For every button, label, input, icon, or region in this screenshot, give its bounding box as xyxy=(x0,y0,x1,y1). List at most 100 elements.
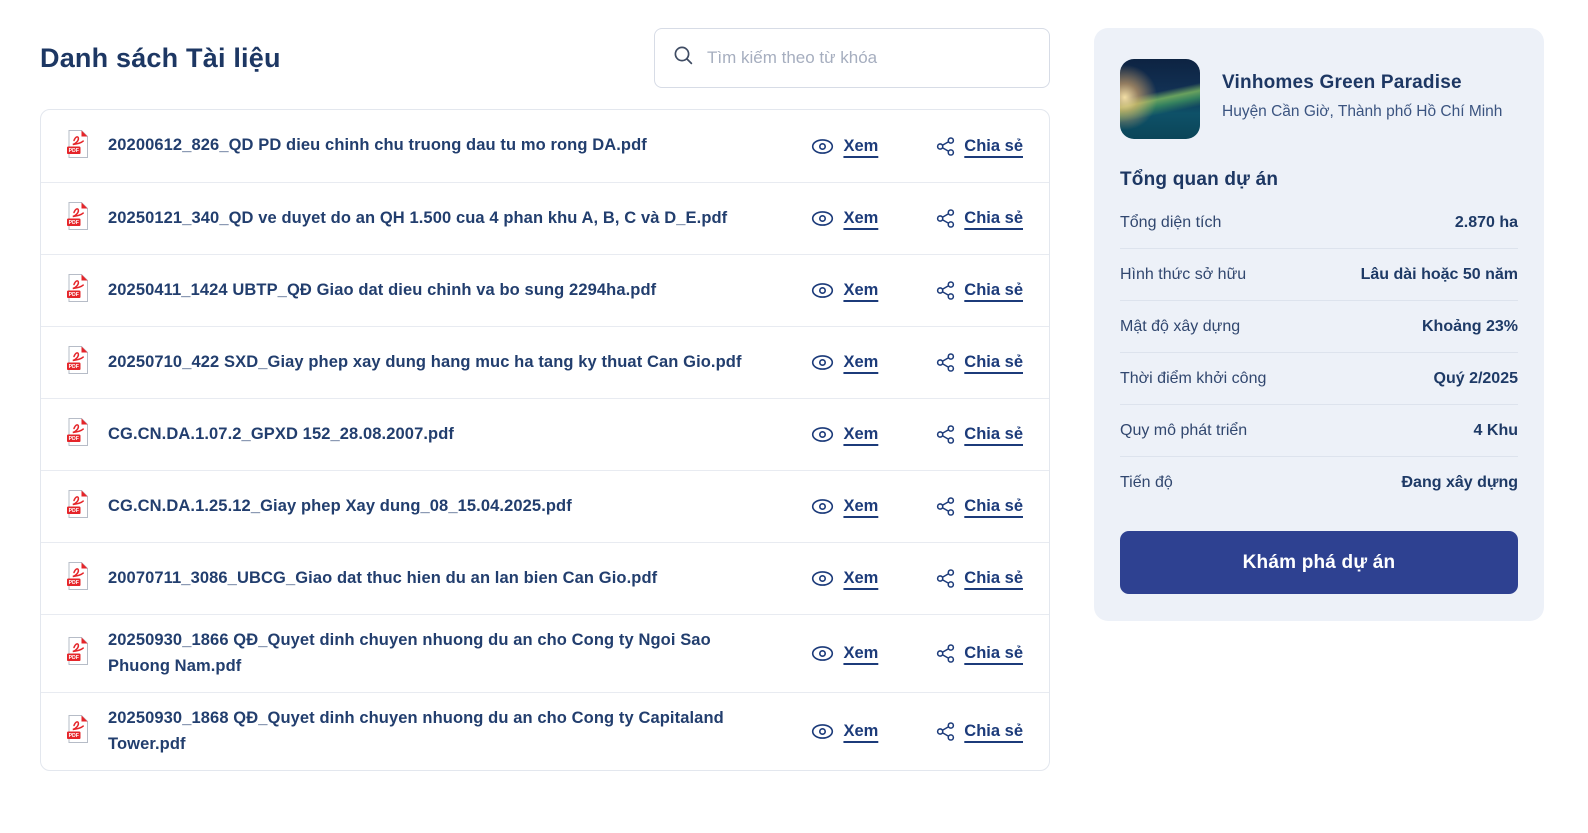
pdf-file-icon: PDF xyxy=(66,561,90,596)
view-label: Xem xyxy=(843,209,878,228)
share-nodes-icon xyxy=(936,721,955,742)
detail-label: Hình thức sở hữu xyxy=(1120,266,1246,284)
share-nodes-icon xyxy=(936,208,955,229)
svg-text:PDF: PDF xyxy=(69,148,79,154)
share-link[interactable]: Chia sẻ xyxy=(936,352,1023,373)
view-label: Xem xyxy=(843,722,878,741)
search-input[interactable] xyxy=(707,48,1031,68)
detail-label: Quy mô phát triển xyxy=(1120,422,1247,440)
project-card: Vinhomes Green Paradise Huyện Cần Giờ, T… xyxy=(1094,28,1544,621)
project-thumbnail-image xyxy=(1120,59,1200,139)
view-link[interactable]: Xem xyxy=(811,209,878,228)
document-row: PDF CG.CN.DA.1.25.12_Giay phep Xay dung_… xyxy=(41,470,1049,542)
share-label: Chia sẻ xyxy=(964,137,1023,156)
view-link[interactable]: Xem xyxy=(811,137,878,156)
view-link[interactable]: Xem xyxy=(811,353,878,372)
document-row: PDF 20250710_422 SXD_Giay phep xay dung … xyxy=(41,326,1049,398)
doc-name: 20250710_422 SXD_Giay phep xay dung hang… xyxy=(108,350,752,376)
project-detail-row: Tiến độ Đang xây dựng xyxy=(1120,456,1518,508)
view-label: Xem xyxy=(843,353,878,372)
svg-text:PDF: PDF xyxy=(69,733,79,739)
view-link[interactable]: Xem xyxy=(811,497,878,516)
share-link[interactable]: Chia sẻ xyxy=(936,208,1023,229)
eye-icon xyxy=(811,723,834,740)
eye-icon xyxy=(811,354,834,371)
detail-value: Đang xây dựng xyxy=(1402,474,1519,492)
pdf-file-icon: PDF xyxy=(66,489,90,524)
pdf-file-icon: PDF xyxy=(66,345,90,380)
view-label: Xem xyxy=(843,425,878,444)
doc-name: CG.CN.DA.1.25.12_Giay phep Xay dung_08_1… xyxy=(108,494,752,520)
share-nodes-icon xyxy=(936,424,955,445)
detail-value: Khoảng 23% xyxy=(1422,318,1518,336)
project-title: Vinhomes Green Paradise xyxy=(1222,72,1502,94)
svg-text:PDF: PDF xyxy=(69,508,79,514)
svg-text:PDF: PDF xyxy=(69,364,79,370)
search-box[interactable] xyxy=(654,28,1050,88)
view-link[interactable]: Xem xyxy=(811,281,878,300)
doc-actions: Xem Chia sẻ xyxy=(811,136,1025,157)
document-row: PDF 20200612_826_QD PD dieu chinh chu tr… xyxy=(41,110,1049,182)
share-label: Chia sẻ xyxy=(964,569,1023,588)
detail-value: 4 Khu xyxy=(1474,422,1518,440)
document-list: PDF 20200612_826_QD PD dieu chinh chu tr… xyxy=(40,109,1050,771)
share-link[interactable]: Chia sẻ xyxy=(936,496,1023,517)
doc-name: 20200612_826_QD PD dieu chinh chu truong… xyxy=(108,133,752,159)
share-link[interactable]: Chia sẻ xyxy=(936,721,1023,742)
project-header-text: Vinhomes Green Paradise Huyện Cần Giờ, T… xyxy=(1222,59,1502,121)
doc-name: CG.CN.DA.1.07.2_GPXD 152_28.08.2007.pdf xyxy=(108,422,752,448)
eye-icon xyxy=(811,426,834,443)
document-row: PDF CG.CN.DA.1.07.2_GPXD 152_28.08.2007.… xyxy=(41,398,1049,470)
share-link[interactable]: Chia sẻ xyxy=(936,280,1023,301)
view-link[interactable]: Xem xyxy=(811,722,878,741)
documents-section: Danh sách Tài liệu PDF 2 xyxy=(40,28,1050,771)
pdf-file-icon: PDF xyxy=(66,273,90,308)
view-label: Xem xyxy=(843,644,878,663)
doc-actions: Xem Chia sẻ xyxy=(811,208,1025,229)
doc-actions: Xem Chia sẻ xyxy=(811,280,1025,301)
pdf-file-icon: PDF xyxy=(66,417,90,452)
view-link[interactable]: Xem xyxy=(811,644,878,663)
project-details: Tổng diện tích 2.870 ha Hình thức sở hữu… xyxy=(1120,197,1518,508)
project-detail-row: Mật độ xây dựng Khoảng 23% xyxy=(1120,300,1518,352)
share-link[interactable]: Chia sẻ xyxy=(936,568,1023,589)
share-link[interactable]: Chia sẻ xyxy=(936,136,1023,157)
document-row: PDF 20250930_1868 QĐ_Quyet dinh chuyen n… xyxy=(41,692,1049,770)
share-link[interactable]: Chia sẻ xyxy=(936,424,1023,445)
project-detail-row: Thời điểm khởi công Quý 2/2025 xyxy=(1120,352,1518,404)
svg-text:PDF: PDF xyxy=(69,220,79,226)
svg-text:PDF: PDF xyxy=(69,655,79,661)
project-detail-row: Quy mô phát triển 4 Khu xyxy=(1120,404,1518,456)
share-nodes-icon xyxy=(936,643,955,664)
doc-name: 20070711_3086_UBCG_Giao dat thuc hien du… xyxy=(108,566,752,592)
view-link[interactable]: Xem xyxy=(811,425,878,444)
share-label: Chia sẻ xyxy=(964,209,1023,228)
share-nodes-icon xyxy=(936,568,955,589)
view-label: Xem xyxy=(843,137,878,156)
pdf-file-icon: PDF xyxy=(66,714,90,749)
share-label: Chia sẻ xyxy=(964,353,1023,372)
pdf-file-icon: PDF xyxy=(66,636,90,671)
eye-icon xyxy=(811,210,834,227)
pdf-file-icon: PDF xyxy=(66,129,90,164)
doc-actions: Xem Chia sẻ xyxy=(811,643,1025,664)
project-detail-row: Tổng diện tích 2.870 ha xyxy=(1120,197,1518,248)
doc-actions: Xem Chia sẻ xyxy=(811,568,1025,589)
search-icon xyxy=(673,45,694,71)
project-overview-heading: Tổng quan dự án xyxy=(1120,169,1518,191)
detail-value: Quý 2/2025 xyxy=(1434,370,1519,388)
svg-text:PDF: PDF xyxy=(69,580,79,586)
detail-label: Mật độ xây dựng xyxy=(1120,318,1240,336)
documents-header: Danh sách Tài liệu xyxy=(40,28,1050,88)
explore-project-button[interactable]: Khám phá dự án xyxy=(1120,531,1518,594)
project-header: Vinhomes Green Paradise Huyện Cần Giờ, T… xyxy=(1120,59,1518,139)
view-link[interactable]: Xem xyxy=(811,569,878,588)
page-title: Danh sách Tài liệu xyxy=(40,43,281,74)
eye-icon xyxy=(811,138,834,155)
view-label: Xem xyxy=(843,497,878,516)
share-link[interactable]: Chia sẻ xyxy=(936,643,1023,664)
share-label: Chia sẻ xyxy=(964,722,1023,741)
doc-actions: Xem Chia sẻ xyxy=(811,496,1025,517)
project-detail-row: Hình thức sở hữu Lâu dài hoặc 50 năm xyxy=(1120,248,1518,300)
eye-icon xyxy=(811,645,834,662)
